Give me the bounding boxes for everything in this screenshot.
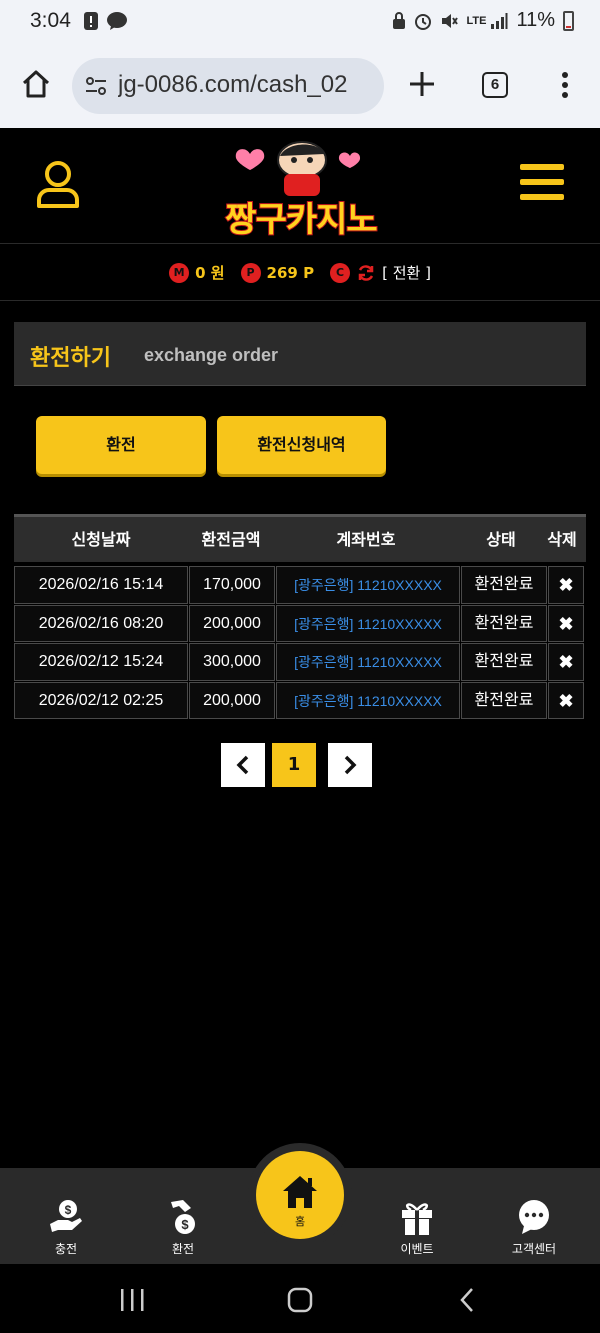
- status-time: 3:04: [30, 9, 71, 32]
- table-row: 2026/02/12 02:25 200,000 [광주은행] 11210XXX…: [14, 681, 586, 721]
- cell-amount: 300,000: [189, 643, 275, 681]
- cell-account: [광주은행] 11210XXXXX: [276, 566, 460, 604]
- new-tab-icon[interactable]: [406, 68, 438, 100]
- logo-text: 짱구카지노: [224, 199, 378, 241]
- chevron-right-icon: [344, 755, 357, 775]
- lock-icon: [393, 11, 406, 29]
- withdraw-icon: $: [171, 1200, 195, 1234]
- site-settings-icon[interactable]: [84, 74, 108, 98]
- col-account-header: 계좌번호: [336, 530, 396, 549]
- browser-home-icon[interactable]: [20, 68, 52, 100]
- support-chat-icon: [519, 1200, 549, 1234]
- browser-toolbar: jg-0086.com/cash_02 6: [0, 44, 600, 128]
- status-right: LTE 11%: [392, 9, 574, 32]
- section-header: 환전하기 exchange order: [14, 322, 586, 386]
- svg-text:$: $: [181, 1217, 189, 1232]
- tab-switcher-button[interactable]: 6: [482, 72, 508, 98]
- prev-page-button[interactable]: [221, 743, 265, 787]
- exchange-history-table: 신청날짜 환전금액 계좌번호 상태 삭제 2026/02/16 15:14 17…: [14, 514, 586, 720]
- nav-deposit-label: 충전: [54, 1242, 78, 1256]
- status-bar: 3:04 LTE 11%: [0, 0, 600, 44]
- url-text[interactable]: jg-0086.com/cash_02: [118, 71, 380, 99]
- battery-icon: [563, 10, 574, 31]
- nav-home[interactable]: 홈: [256, 1151, 344, 1239]
- table-row: 2026/02/16 08:20 200,000 [광주은행] 11210XXX…: [14, 604, 586, 644]
- nav-deposit[interactable]: $ 충전: [26, 1198, 106, 1257]
- delete-icon[interactable]: ✖: [548, 643, 584, 681]
- cell-amount: 200,000: [189, 681, 275, 719]
- col-delete-header: 삭제: [547, 530, 577, 549]
- home-icon: [283, 1176, 317, 1208]
- deposit-icon: $: [50, 1200, 82, 1232]
- point-badge-icon: P: [240, 262, 261, 283]
- col-amount-header: 환전금액: [201, 530, 261, 549]
- cell-status: 환전완료: [461, 566, 547, 604]
- mute-icon: [442, 13, 459, 28]
- nav-event-label: 이벤트: [400, 1242, 434, 1256]
- cell-date: 2026/02/12 02:25: [14, 681, 188, 719]
- page-subtitle: exchange order: [144, 345, 279, 365]
- alert-icon: [84, 12, 98, 30]
- table-header: 신청날짜 환전금액 계좌번호 상태 삭제: [14, 514, 586, 562]
- cell-status: 환전완료: [461, 604, 547, 642]
- cell-amount: 200,000: [189, 604, 275, 642]
- address-bar[interactable]: jg-0086.com/cash_02: [72, 58, 384, 114]
- site-logo[interactable]: 짱구카지노: [210, 134, 392, 241]
- page-1-button[interactable]: 1: [272, 743, 316, 787]
- user-icon[interactable]: [36, 160, 80, 208]
- page-title: 환전하기: [30, 346, 111, 371]
- cell-date: 2026/02/12 15:24: [14, 643, 188, 681]
- talk-icon: [107, 12, 127, 30]
- money-badge-icon: M: [169, 262, 190, 283]
- table-row: 2026/02/12 15:24 300,000 [광주은행] 11210XXX…: [14, 643, 586, 682]
- convert-badge-icon: C: [330, 262, 351, 283]
- cell-status: 환전완료: [461, 681, 547, 719]
- delete-icon[interactable]: ✖: [548, 604, 584, 642]
- cell-date: 2026/02/16 08:20: [14, 604, 188, 642]
- cell-date: 2026/02/16 15:14: [14, 566, 188, 604]
- nav-withdraw-label: 환전: [171, 1242, 195, 1256]
- nav-home-label: 홈: [294, 1215, 306, 1228]
- col-status-header: 상태: [486, 530, 516, 549]
- recent-apps-icon[interactable]: [118, 1288, 146, 1312]
- delete-icon[interactable]: ✖: [548, 566, 584, 604]
- next-page-button[interactable]: [328, 743, 372, 787]
- gift-icon: [402, 1203, 432, 1235]
- signal-icon: [491, 12, 508, 29]
- back-icon[interactable]: [456, 1286, 480, 1314]
- cell-account: [광주은행] 11210XXXXX: [276, 681, 460, 719]
- svg-text:$: $: [65, 1203, 72, 1217]
- exchange-button[interactable]: 환전: [36, 416, 206, 474]
- point-balance: 269 P: [266, 263, 315, 282]
- cell-account: [광주은행] 11210XXXXX: [276, 604, 460, 642]
- nav-support[interactable]: 고객센터: [494, 1198, 574, 1257]
- more-menu-icon[interactable]: [556, 70, 574, 100]
- lte-icon: LTE: [466, 14, 487, 27]
- exchange-history-button[interactable]: 환전신청내역: [217, 416, 386, 474]
- cell-status: 환전완료: [461, 643, 547, 681]
- hamburger-menu-icon[interactable]: [520, 164, 564, 204]
- convert-button[interactable]: [ 전환 ]: [382, 262, 431, 283]
- chevron-left-icon: [236, 755, 249, 775]
- site-header: 짱구카지노: [0, 128, 600, 244]
- money-balance: 0 원: [195, 264, 225, 282]
- nav-support-label: 고객센터: [511, 1242, 557, 1256]
- delete-icon[interactable]: ✖: [548, 681, 584, 719]
- nav-withdraw[interactable]: $ 환전: [143, 1198, 223, 1257]
- system-home-icon[interactable]: [286, 1286, 314, 1314]
- cell-amount: 170,000: [189, 566, 275, 604]
- battery-percent: 11%: [516, 9, 555, 31]
- alarm-icon: [415, 13, 432, 30]
- system-nav-bar: [0, 1264, 600, 1333]
- cell-account: [광주은행] 11210XXXXX: [276, 643, 460, 681]
- nav-event[interactable]: 이벤트: [377, 1198, 457, 1257]
- col-date-header: 신청날짜: [71, 530, 131, 549]
- balance-bar: M 0 원 P 269 P C [ 전환 ]: [0, 245, 600, 301]
- table-row: 2026/02/16 15:14 170,000 [광주은행] 11210XXX…: [14, 566, 586, 605]
- refresh-icon[interactable]: [356, 263, 376, 283]
